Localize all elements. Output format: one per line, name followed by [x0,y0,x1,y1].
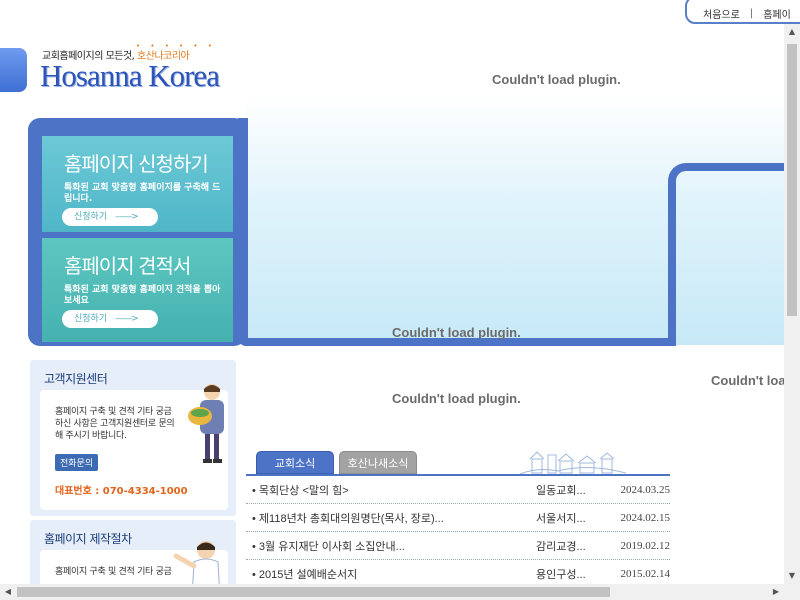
apply-button-label: 신청하기 [74,212,108,222]
hero-frame-left [238,118,248,346]
top-utility-nav: 처음으로 | 홈페이 [685,0,800,24]
left-tab-decoration [0,48,27,92]
news-title: • 목회단상 <말의 힘> [252,484,349,497]
news-author: 서울서지... [536,512,586,525]
page: 처음으로 | 홈페이 • • • • • • 교회홈페이지의 모든것, 호산나코… [0,0,800,600]
apply-button[interactable]: 신청하기 ——> [62,208,158,226]
news-list: • 목회단상 <말의 힘> 일동교회... 2024.03.25 • 제118년… [246,476,670,588]
news-title: • 2015년 설예배순서지 [252,568,358,581]
news-author: 용인구성... [536,568,586,581]
news-tabs: 교회소식 호산나새소식 [256,451,422,474]
news-row[interactable]: • 목회단상 <말의 힘> 일동교회... 2024.03.25 [246,476,670,504]
promo-estimate[interactable]: 홈페이지 견적서 특화된 교회 맞춤형 홈페이지 견적을 뽑아 보세요 신청하기… [42,238,233,342]
promo-estimate-title: 홈페이지 견적서 [64,256,191,278]
support-center-box: 고객지원센터 홈페이지 구축 및 견적 기타 궁금하신 사항은 고객지원센터로 … [30,360,236,516]
news-date: 2024.03.25 [620,483,671,496]
scroll-left-icon[interactable]: ◀ [0,584,16,600]
plugin-placeholder-middle: Couldn't load plugin. [392,391,521,406]
scrollbar-corner [784,584,800,600]
promo-estimate-desc: 특화된 교회 맞춤형 홈페이지 견적을 뽑아 보세요 [64,285,221,306]
news-date: 2015.02.14 [620,567,671,580]
scroll-down-icon[interactable]: ▼ [784,568,800,584]
hero-right-frame [668,163,800,346]
mascot-icon [188,384,224,463]
horizontal-scroll-thumb[interactable] [17,587,610,597]
tab-church-news[interactable]: 교회소식 [256,451,334,474]
news-row[interactable]: • 제118년차 총회대의원명단(목사, 장로)... 서울서지... 2024… [246,504,670,532]
news-row[interactable]: • 3월 유지재단 이사회 소집안내... 감리교경... 2019.02.12 [246,532,670,560]
news-author: 감리교경... [536,540,586,553]
logo[interactable]: Hosanna Korea [40,58,220,94]
scroll-up-icon[interactable]: ▲ [784,24,800,40]
arrow-right-icon: ——> [115,314,139,324]
support-center-text: 홈페이지 구축 및 견적 기타 궁금하신 사항은 고객지원센터로 문의해 주시기… [55,407,175,441]
phone-inquiry-button[interactable]: 전화문의 [55,454,99,471]
scroll-right-icon[interactable]: ▶ [768,584,784,600]
promo-apply-desc: 특화된 교회 맞춤형 홈페이지를 구축해 드립니다. [64,183,221,204]
arrow-right-icon: ——> [115,212,139,222]
tab-hosanna-news[interactable]: 호산나새소식 [339,451,417,474]
horizontal-scrollbar[interactable]: ◀ ▶ [0,584,784,600]
news-date: 2019.02.12 [620,539,671,552]
phone-number: 대표번호 : 070-4334-1000 [55,486,188,497]
homepage-link[interactable]: 홈페이 [763,6,791,21]
promo-apply-title: 홈페이지 신청하기 [64,154,209,176]
vertical-scrollbar[interactable]: ▲ ▼ [784,24,800,584]
plugin-placeholder-hero: Couldn't load plugin. [392,325,521,340]
nav-separator: | [749,7,754,19]
estimate-button-label: 신청하기 [74,314,108,324]
estimate-apply-button[interactable]: 신청하기 ——> [62,310,158,328]
plugin-placeholder-top: Couldn't load plugin. [492,72,621,87]
town-illustration-icon [519,451,627,475]
promo-apply[interactable]: 홈페이지 신청하기 특화된 교회 맞춤형 홈페이지를 구축해 드립니다. 신청하… [42,136,233,232]
news-title: • 3월 유지재단 이사회 소집안내... [252,540,405,553]
news-title: • 제118년차 총회대의원명단(목사, 장로)... [252,512,444,525]
vertical-scroll-thumb[interactable] [787,44,797,316]
news-date: 2024.02.15 [620,511,671,524]
news-author: 일동교회... [536,484,586,497]
production-process-text: 홈페이지 구축 및 견적 기타 궁금 [55,567,172,577]
first-page-link[interactable]: 처음으로 [703,6,740,21]
